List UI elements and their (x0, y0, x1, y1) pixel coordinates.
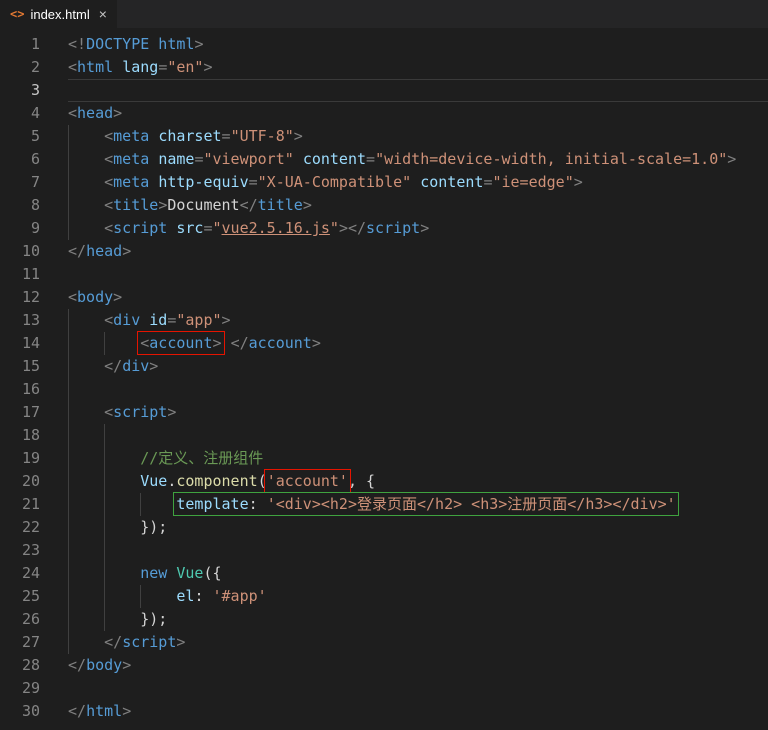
line-number: 8 (30, 196, 40, 214)
code-line[interactable]: 3 (0, 79, 768, 102)
html-file-icon: <> (10, 7, 25, 21)
code-line[interactable]: 30 </html> (0, 700, 768, 723)
line-number: 20 (21, 472, 40, 490)
code-line[interactable]: 14 <account> </account> (0, 331, 768, 355)
code-line[interactable]: 13 <div id="app"> (0, 309, 768, 332)
code-line[interactable]: 20 Vue.component('account', { (0, 469, 768, 493)
close-tab-icon[interactable]: × (99, 7, 107, 21)
code-line[interactable]: 16 (0, 378, 768, 401)
line-number: 28 (21, 656, 40, 674)
line-number: 4 (30, 104, 40, 122)
line-number: 10 (21, 242, 40, 260)
code-line[interactable]: 22 }); (0, 516, 768, 539)
line-number: 16 (21, 380, 40, 398)
tab-bar: <> index.html × (0, 0, 768, 28)
code-line[interactable]: 11 (0, 263, 768, 286)
line-number: 1 (30, 35, 40, 53)
code-line[interactable]: 24 new Vue({ (0, 562, 768, 585)
code-line[interactable]: 25 el: '#app' (0, 585, 768, 608)
line-number: 27 (21, 633, 40, 651)
code-line[interactable]: 4 <head> (0, 102, 768, 125)
line-number: 17 (21, 403, 40, 421)
code-line[interactable]: 23 (0, 539, 768, 562)
green-annotation-box: template: '<div><h2>登录页面</h2> <h3>注册页面</… (173, 492, 679, 516)
line-number: 30 (21, 702, 40, 720)
code-line[interactable]: 17 <script> (0, 401, 768, 424)
line-number: 26 (21, 610, 40, 628)
indent-guide (68, 378, 69, 401)
indent-guide (68, 539, 69, 562)
line-number: 11 (21, 265, 40, 283)
line-number: 12 (21, 288, 40, 306)
indent-guide (68, 424, 69, 447)
code-line[interactable]: 8 <title>Document</title> (0, 194, 768, 217)
line-number: 6 (30, 150, 40, 168)
line-number: 21 (21, 495, 40, 513)
code-line[interactable]: 28 </body> (0, 654, 768, 677)
line-number: 19 (21, 449, 40, 467)
code-area[interactable]: 1 <!DOCTYPE html> 2 <html lang="en"> 3 4 <head… (0, 33, 768, 723)
tab-index-html[interactable]: <> index.html × (0, 0, 117, 28)
code-line[interactable]: 9 <script src="vue2.5.16.js"></script> (0, 217, 768, 240)
vscode-window: <> index.html × 1 <!DOCTYPE html> 2 <html l… (0, 0, 768, 730)
line-number: 22 (21, 518, 40, 536)
line-number: 24 (21, 564, 40, 582)
editor[interactable]: 1 <!DOCTYPE html> 2 <html lang="en"> 3 4 <head… (0, 28, 768, 723)
code-line[interactable]: 18 (0, 424, 768, 447)
indent-guide (104, 424, 106, 447)
code-line[interactable]: 1 <!DOCTYPE html> (0, 33, 768, 56)
code-line[interactable]: 12 <body> (0, 286, 768, 309)
code-line[interactable]: 6 <meta name="viewport" content="width=d… (0, 148, 768, 171)
red-annotation-box: <account> (137, 331, 225, 355)
line-number: 7 (30, 173, 40, 191)
line-number: 5 (30, 127, 40, 145)
line-number: 18 (21, 426, 40, 444)
code-line[interactable]: 19 //定义、注册组件 (0, 447, 768, 470)
code-line[interactable]: 26 }); (0, 608, 768, 631)
indent-guide (104, 539, 106, 562)
code-line[interactable]: 29 (0, 677, 768, 700)
line-number: 3 (30, 81, 40, 99)
line-number: 23 (21, 541, 40, 559)
red-annotation-box: 'account' (263, 469, 351, 493)
code-line[interactable]: 15 </div> (0, 355, 768, 378)
line-number: 25 (21, 587, 40, 605)
code-line[interactable]: 21 template: '<div><h2>登录页面</h2> <h3>注册页… (0, 492, 768, 516)
line-number: 9 (30, 219, 40, 237)
line-number: 15 (21, 357, 40, 375)
code-line[interactable]: 7 <meta http-equiv="X-UA-Compatible" con… (0, 171, 768, 194)
line-number: 2 (30, 58, 40, 76)
code-line[interactable]: 5 <meta charset="UTF-8"> (0, 125, 768, 148)
code-line[interactable]: 27 </script> (0, 631, 768, 654)
line-number: 13 (21, 311, 40, 329)
tab-title: index.html (30, 6, 90, 22)
code-line[interactable]: 10 </head> (0, 240, 768, 263)
code-line[interactable]: 2 <html lang="en"> (0, 56, 768, 79)
line-number: 14 (21, 334, 40, 352)
line-number: 29 (21, 679, 40, 697)
